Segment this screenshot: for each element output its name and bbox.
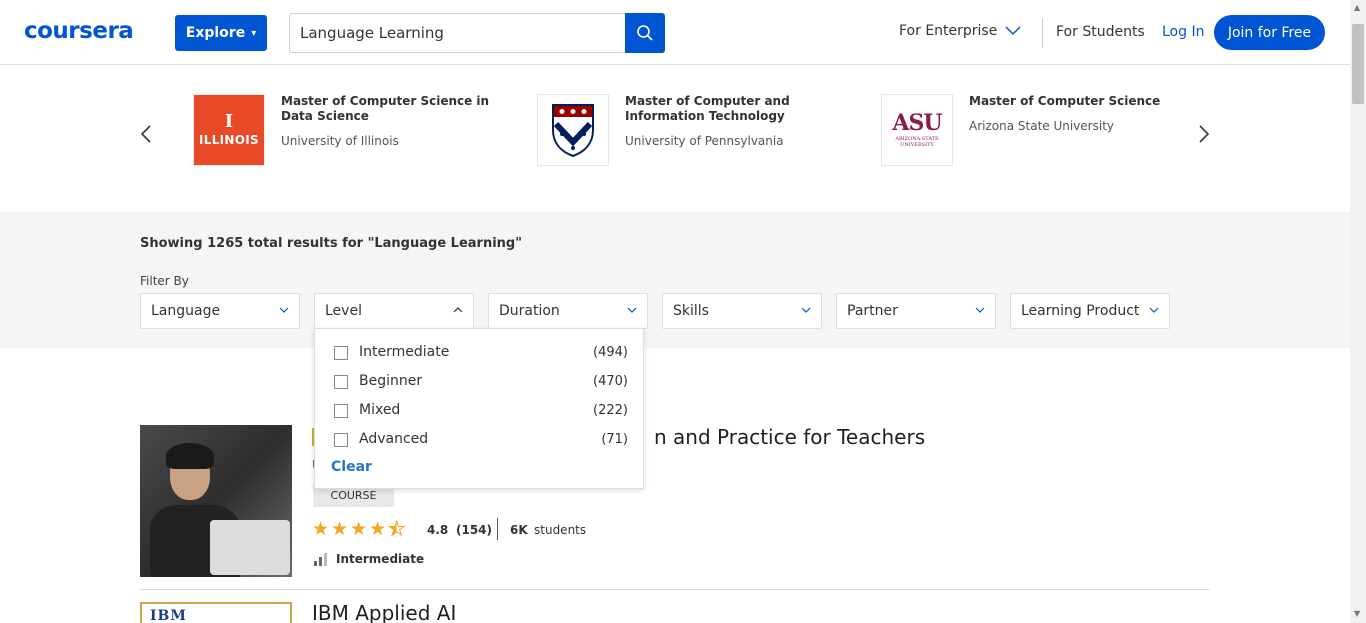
star-icon: ★ (369, 518, 387, 540)
scroll-thumb[interactable] (1352, 24, 1364, 104)
chevron-down-icon (801, 305, 811, 316)
for-enterprise-label: For Enterprise (899, 23, 998, 39)
course-thumbnail[interactable] (140, 425, 292, 577)
divider (140, 589, 1210, 590)
page-scrollbar[interactable]: ▲ ▼ (1350, 0, 1366, 623)
checkbox[interactable] (334, 346, 348, 360)
option-label: Intermediate (359, 344, 450, 360)
chevron-down-icon (627, 305, 637, 316)
option-count: (494) (593, 345, 628, 360)
filter-skills[interactable]: Skills (662, 293, 822, 329)
join-for-free-button[interactable]: Join for Free (1214, 15, 1325, 50)
degree-title: Master of Computer and Information Techn… (625, 94, 790, 123)
option-label: Advanced (359, 431, 429, 447)
star-half-icon: ★ (388, 518, 406, 540)
checkbox[interactable] (334, 375, 348, 389)
chevron-down-icon (1149, 305, 1159, 316)
star-icon: ★ (312, 518, 330, 540)
chevron-down-icon: ▾ (251, 27, 257, 39)
star-icon: ★ (350, 518, 368, 540)
chevron-up-icon (453, 305, 463, 316)
filter-label: Duration (499, 303, 560, 319)
filter-label: Partner (847, 303, 898, 319)
degree-card-penn[interactable]: Master of Computer and Information Techn… (537, 94, 837, 166)
results-summary: Showing 1265 total results for "Language… (140, 236, 522, 251)
level-option-advanced[interactable]: Advanced (71) (315, 430, 645, 450)
illinois-logo: I ILLINOIS (193, 94, 265, 166)
filter-duration[interactable]: Duration (488, 293, 648, 329)
level-option-intermediate[interactable]: Intermediate (494) (315, 343, 645, 363)
course-level: Intermediate (336, 552, 425, 566)
chevron-down-icon (1005, 26, 1021, 36)
option-count: (222) (593, 403, 628, 418)
asu-logo-text: ARIZONA STATE UNIVERSITY (895, 136, 939, 148)
checkbox[interactable] (334, 404, 348, 418)
filter-label: Level (325, 303, 362, 319)
course-thumbnail[interactable]: IBM (140, 602, 292, 623)
illinois-logo-text: ILLINOIS (199, 133, 259, 147)
asu-logo-mark: ASU (892, 110, 942, 136)
coursera-logo[interactable]: coursera (24, 18, 134, 44)
level-option-mixed[interactable]: Mixed (222) (315, 401, 645, 421)
chevron-left-icon (140, 125, 151, 143)
search-icon (637, 25, 653, 41)
students-count: 6K (510, 523, 528, 537)
students-label: students (534, 523, 587, 537)
level-option-beginner[interactable]: Beginner (470) (315, 372, 645, 392)
rating-value: 4.8 (427, 523, 449, 537)
filter-learning-product[interactable]: Learning Product (1010, 293, 1170, 329)
degree-card-illinois[interactable]: I ILLINOIS Master of Computer Science in… (193, 94, 493, 166)
explore-label: Explore (185, 25, 246, 41)
option-label: Mixed (359, 402, 401, 418)
for-enterprise-menu[interactable]: For Enterprise (899, 23, 1021, 39)
filter-label: Skills (673, 303, 709, 319)
login-link[interactable]: Log In (1162, 24, 1204, 40)
level-dropdown-menu: Intermediate (494) Beginner (470) Mixed … (314, 328, 644, 489)
penn-shield-logo (537, 94, 609, 166)
option-label: Beginner (359, 373, 423, 389)
course-title[interactable]: IBM Applied AI (312, 601, 456, 623)
filter-partner[interactable]: Partner (836, 293, 996, 329)
filter-level[interactable]: Level (314, 293, 474, 329)
course-title-text: n and Practice for Teachers (654, 425, 926, 449)
top-header: coursera Explore ▾ Language Learning For… (0, 0, 1350, 65)
degree-university: Arizona State University (969, 119, 1115, 133)
scroll-down-arrow-icon[interactable]: ▼ (1354, 609, 1360, 618)
nav-divider (1042, 18, 1043, 48)
scroll-up-arrow-icon[interactable]: ▲ (1354, 3, 1360, 12)
carousel-prev-button[interactable] (140, 124, 152, 150)
filter-label: Language (151, 303, 221, 319)
asu-logo: ASU ARIZONA STATE UNIVERSITY (881, 94, 953, 166)
search-input[interactable]: Language Learning (289, 13, 626, 53)
star-rating: ★ ★ ★ ★ ★ (312, 518, 406, 540)
checkbox[interactable] (334, 433, 348, 447)
filter-by-label: Filter By (140, 274, 189, 288)
option-count: (470) (593, 374, 628, 389)
illinois-logo-mark: I (224, 111, 234, 132)
carousel-next-button[interactable] (1198, 124, 1210, 150)
option-count: (71) (601, 432, 628, 447)
search-button[interactable] (625, 13, 665, 53)
ibm-logo: IBM (150, 608, 187, 623)
clear-filter-button[interactable]: Clear (331, 459, 372, 475)
for-students-link[interactable]: For Students (1056, 24, 1145, 40)
degree-title: Master of Computer Science (969, 94, 1161, 108)
filter-label: Learning Product (1021, 303, 1140, 319)
degree-university: University of Illinois (281, 134, 399, 148)
degree-card-asu[interactable]: ASU ARIZONA STATE UNIVERSITY Master of C… (881, 94, 1181, 166)
chevron-right-icon (1199, 125, 1210, 143)
explore-button[interactable]: Explore ▾ (175, 15, 267, 51)
degree-title: Master of Computer Science in Data Scien… (281, 94, 490, 123)
star-icon: ★ (331, 518, 349, 540)
filter-language[interactable]: Language (140, 293, 300, 329)
degree-university: University of Pennsylvania (625, 134, 784, 148)
rating-count: (154) (456, 523, 493, 537)
chevron-down-icon (279, 305, 289, 316)
divider (497, 518, 498, 540)
chevron-down-icon (975, 305, 985, 316)
level-bars-icon (314, 552, 327, 566)
